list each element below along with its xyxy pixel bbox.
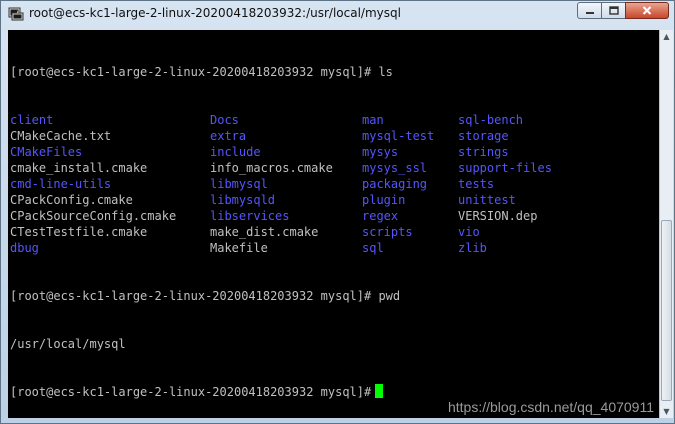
file-entry: CPackConfig.cmake [10, 193, 133, 207]
close-button[interactable] [625, 2, 669, 19]
window-controls [577, 2, 669, 21]
window-title: root@ecs-kc1-large-2-linux-2020041820393… [29, 6, 401, 20]
minimize-icon [585, 11, 594, 14]
directory-entry: libservices [210, 209, 290, 223]
putty-terminal-icon [8, 7, 24, 21]
ls-output-row: cmd-line-utils libmysql packaging tests [10, 176, 494, 192]
directory-entry: unittest [458, 193, 516, 207]
directory-entry: client [10, 113, 54, 127]
scroll-down-arrow-icon[interactable]: ▼ [660, 405, 673, 418]
directory-entry: Docs [210, 113, 239, 127]
title-bar[interactable]: root@ecs-kc1-large-2-linux-2020041820393… [1, 1, 674, 28]
vertical-scrollbar[interactable]: ▲ ▼ [659, 30, 673, 418]
file-entry: VERSION.dep [458, 209, 538, 223]
prompt-text: [root@ecs-kc1-large-2-linux-202004182039… [10, 385, 372, 399]
file-entry: CMakeCache.txt [10, 129, 112, 143]
ls-output-row: CTestTestfile.cmake make_dist.cmake script… [10, 224, 480, 240]
directory-entry: CMakeFiles [10, 145, 83, 159]
directory-entry: mysys_ssl [362, 161, 428, 175]
command-line-ls: [root@ecs-kc1-large-2-linux-202004182039… [10, 65, 393, 79]
text-cursor [375, 384, 384, 398]
maximize-button[interactable] [601, 2, 626, 19]
maximize-icon [608, 6, 619, 15]
directory-entry: strings [458, 145, 509, 159]
directory-entry: plugin [362, 193, 406, 207]
ls-output-row: CMakeCache.txt extra mysql-test storage [10, 128, 509, 144]
directory-entry: cmd-line-utils [10, 177, 112, 191]
directory-entry: vio [458, 225, 480, 239]
directory-entry: libmysql [210, 177, 268, 191]
terminal-window: root@ecs-kc1-large-2-linux-2020041820393… [0, 0, 675, 424]
ls-output-row: dbug Makefile sql zlib [10, 240, 487, 256]
directory-entry: regex [362, 209, 399, 223]
file-entry: Makefile [210, 241, 268, 255]
watermark-text: https://blog.csdn.net/qq_4070911 [447, 399, 654, 415]
directory-entry: mysql-test [362, 129, 435, 143]
close-icon [642, 6, 652, 15]
ls-output-row: cmake_install.cmake info_macros.cmake mysy… [10, 160, 552, 176]
directory-entry: scripts [362, 225, 413, 239]
directory-entry: storage [458, 129, 509, 143]
directory-entry: mysys [362, 145, 399, 159]
pwd-output: /usr/local/mysql [10, 337, 126, 351]
file-entry: CPackSourceConfig.cmake [10, 209, 177, 223]
directory-entry: include [210, 145, 261, 159]
directory-entry: zlib [458, 241, 487, 255]
scrollbar-thumb[interactable] [661, 220, 672, 401]
ls-output-row: CPackSourceConfig.cmake libservices regex V… [10, 208, 537, 224]
directory-entry: dbug [10, 241, 39, 255]
ls-output-row: CPackConfig.cmake libmysqld plugin unittest [10, 192, 516, 208]
file-entry: cmake_install.cmake [10, 161, 148, 175]
scroll-up-arrow-icon[interactable]: ▲ [660, 30, 673, 43]
directory-entry: libmysqld [210, 193, 276, 207]
directory-entry: tests [458, 177, 495, 191]
file-entry: make_dist.cmake [210, 225, 319, 239]
command-line-pwd: [root@ecs-kc1-large-2-linux-202004182039… [10, 289, 401, 303]
directory-entry: man [362, 113, 384, 127]
directory-entry: extra [210, 129, 247, 143]
directory-entry: sql [362, 241, 384, 255]
ls-output-row: client Docs man sql-bench [10, 112, 523, 128]
minimize-button[interactable] [577, 2, 602, 19]
current-prompt: [root@ecs-kc1-large-2-linux-202004182039… [10, 384, 400, 400]
directory-entry: sql-bench [458, 113, 524, 127]
file-entry: CTestTestfile.cmake [10, 225, 148, 239]
directory-entry: support-files [458, 161, 552, 175]
terminal-output[interactable]: [root@ecs-kc1-large-2-linux-202004182039… [8, 30, 660, 418]
ls-output-row: CMakeFiles include mysys strings [10, 144, 509, 160]
directory-entry: packaging [362, 177, 428, 191]
file-entry: info_macros.cmake [210, 161, 333, 175]
